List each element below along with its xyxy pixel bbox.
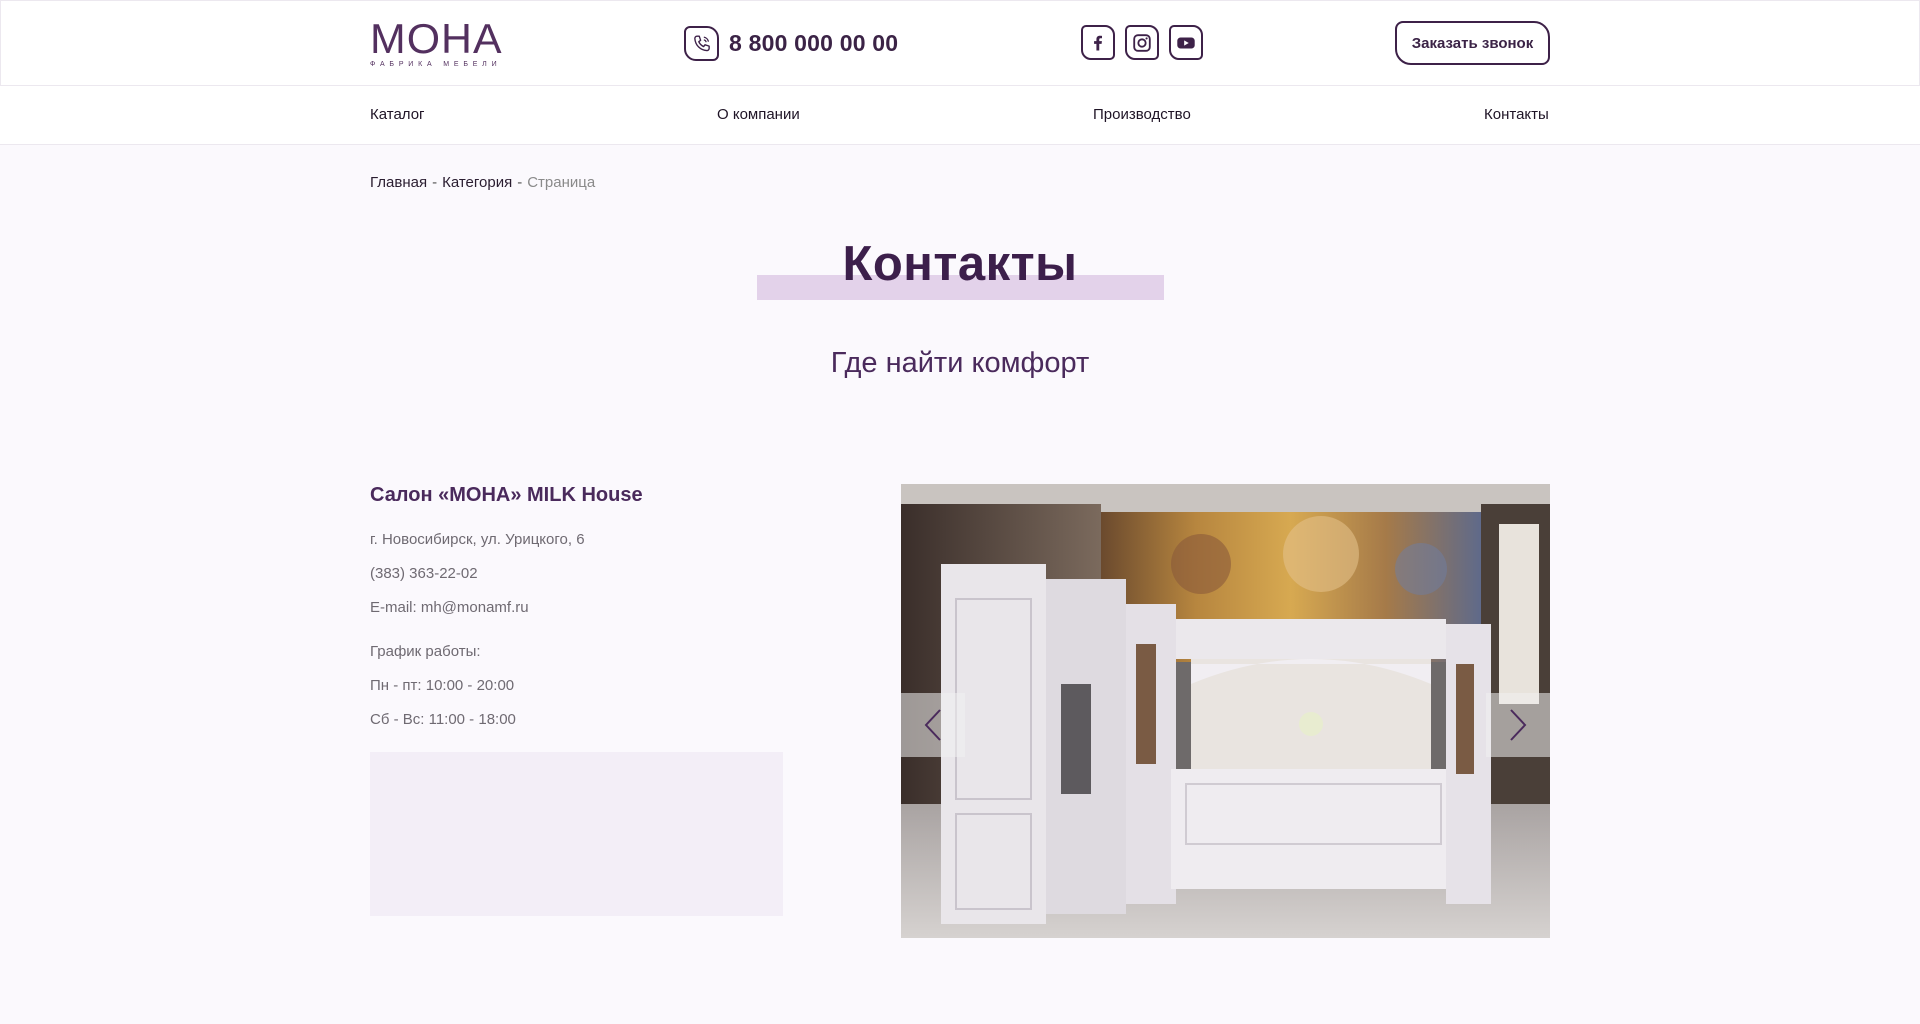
schedule-weekend: Сб - Вс: 11:00 - 18:00 <box>370 711 516 728</box>
nav-item-catalog[interactable]: Каталог <box>370 106 425 123</box>
schedule-label: График работы: <box>370 643 481 660</box>
facebook-icon[interactable] <box>1081 25 1115 60</box>
map-placeholder[interactable] <box>370 752 783 916</box>
callback-button[interactable]: Заказать звонок <box>1395 21 1550 65</box>
nav-item-about[interactable]: О компании <box>717 106 800 123</box>
youtube-icon[interactable] <box>1169 25 1203 60</box>
breadcrumb: Главная - Категория - Страница <box>370 174 595 191</box>
schedule-weekdays: Пн - пт: 10:00 - 20:00 <box>370 677 515 694</box>
logo-title: МОНА <box>370 15 503 62</box>
page-subtitle: Где найти комфорт <box>830 347 1090 379</box>
chevron-left-icon <box>924 709 941 741</box>
salon-phone[interactable]: (383) 363-22-02 <box>370 565 478 582</box>
breadcrumb-home[interactable]: Главная <box>370 174 427 191</box>
phone-number[interactable]: 8 800 000 00 00 <box>729 30 898 57</box>
header-phone[interactable]: 8 800 000 00 00 <box>684 26 898 61</box>
salon-email[interactable]: E-mail: mh@monamf.ru <box>370 599 529 616</box>
title-wrapper: Контакты <box>0 236 1920 292</box>
social-links <box>1081 25 1203 60</box>
logo[interactable]: МОНА ФАБРИКА МЕБЕЛИ <box>370 15 506 69</box>
showroom-photo <box>901 484 1550 938</box>
salon-address: г. Новосибирск, ул. Урицкого, 6 <box>370 531 585 548</box>
nav-item-contacts[interactable]: Контакты <box>1484 106 1549 123</box>
breadcrumb-separator: - <box>517 174 523 191</box>
slider-next-button[interactable] <box>1486 693 1550 757</box>
breadcrumb-current: Страница <box>527 174 596 191</box>
instagram-icon[interactable] <box>1125 25 1159 60</box>
phone-icon <box>684 26 719 61</box>
salon-name: Салон «МОНА» MILK House <box>370 484 643 506</box>
breadcrumb-category[interactable]: Категория <box>442 174 512 191</box>
breadcrumb-separator: - <box>432 174 438 191</box>
showroom-slider[interactable] <box>901 484 1550 938</box>
main-nav: Каталог О компании Производство Контакты <box>0 86 1920 145</box>
page-title: Контакты <box>842 237 1078 291</box>
nav-item-production[interactable]: Производство <box>1093 106 1191 123</box>
logo-subtitle: ФАБРИКА МЕБЕЛИ <box>370 61 502 68</box>
chevron-right-icon <box>1510 709 1527 741</box>
top-header <box>0 0 1920 86</box>
slider-prev-button[interactable] <box>901 693 965 757</box>
